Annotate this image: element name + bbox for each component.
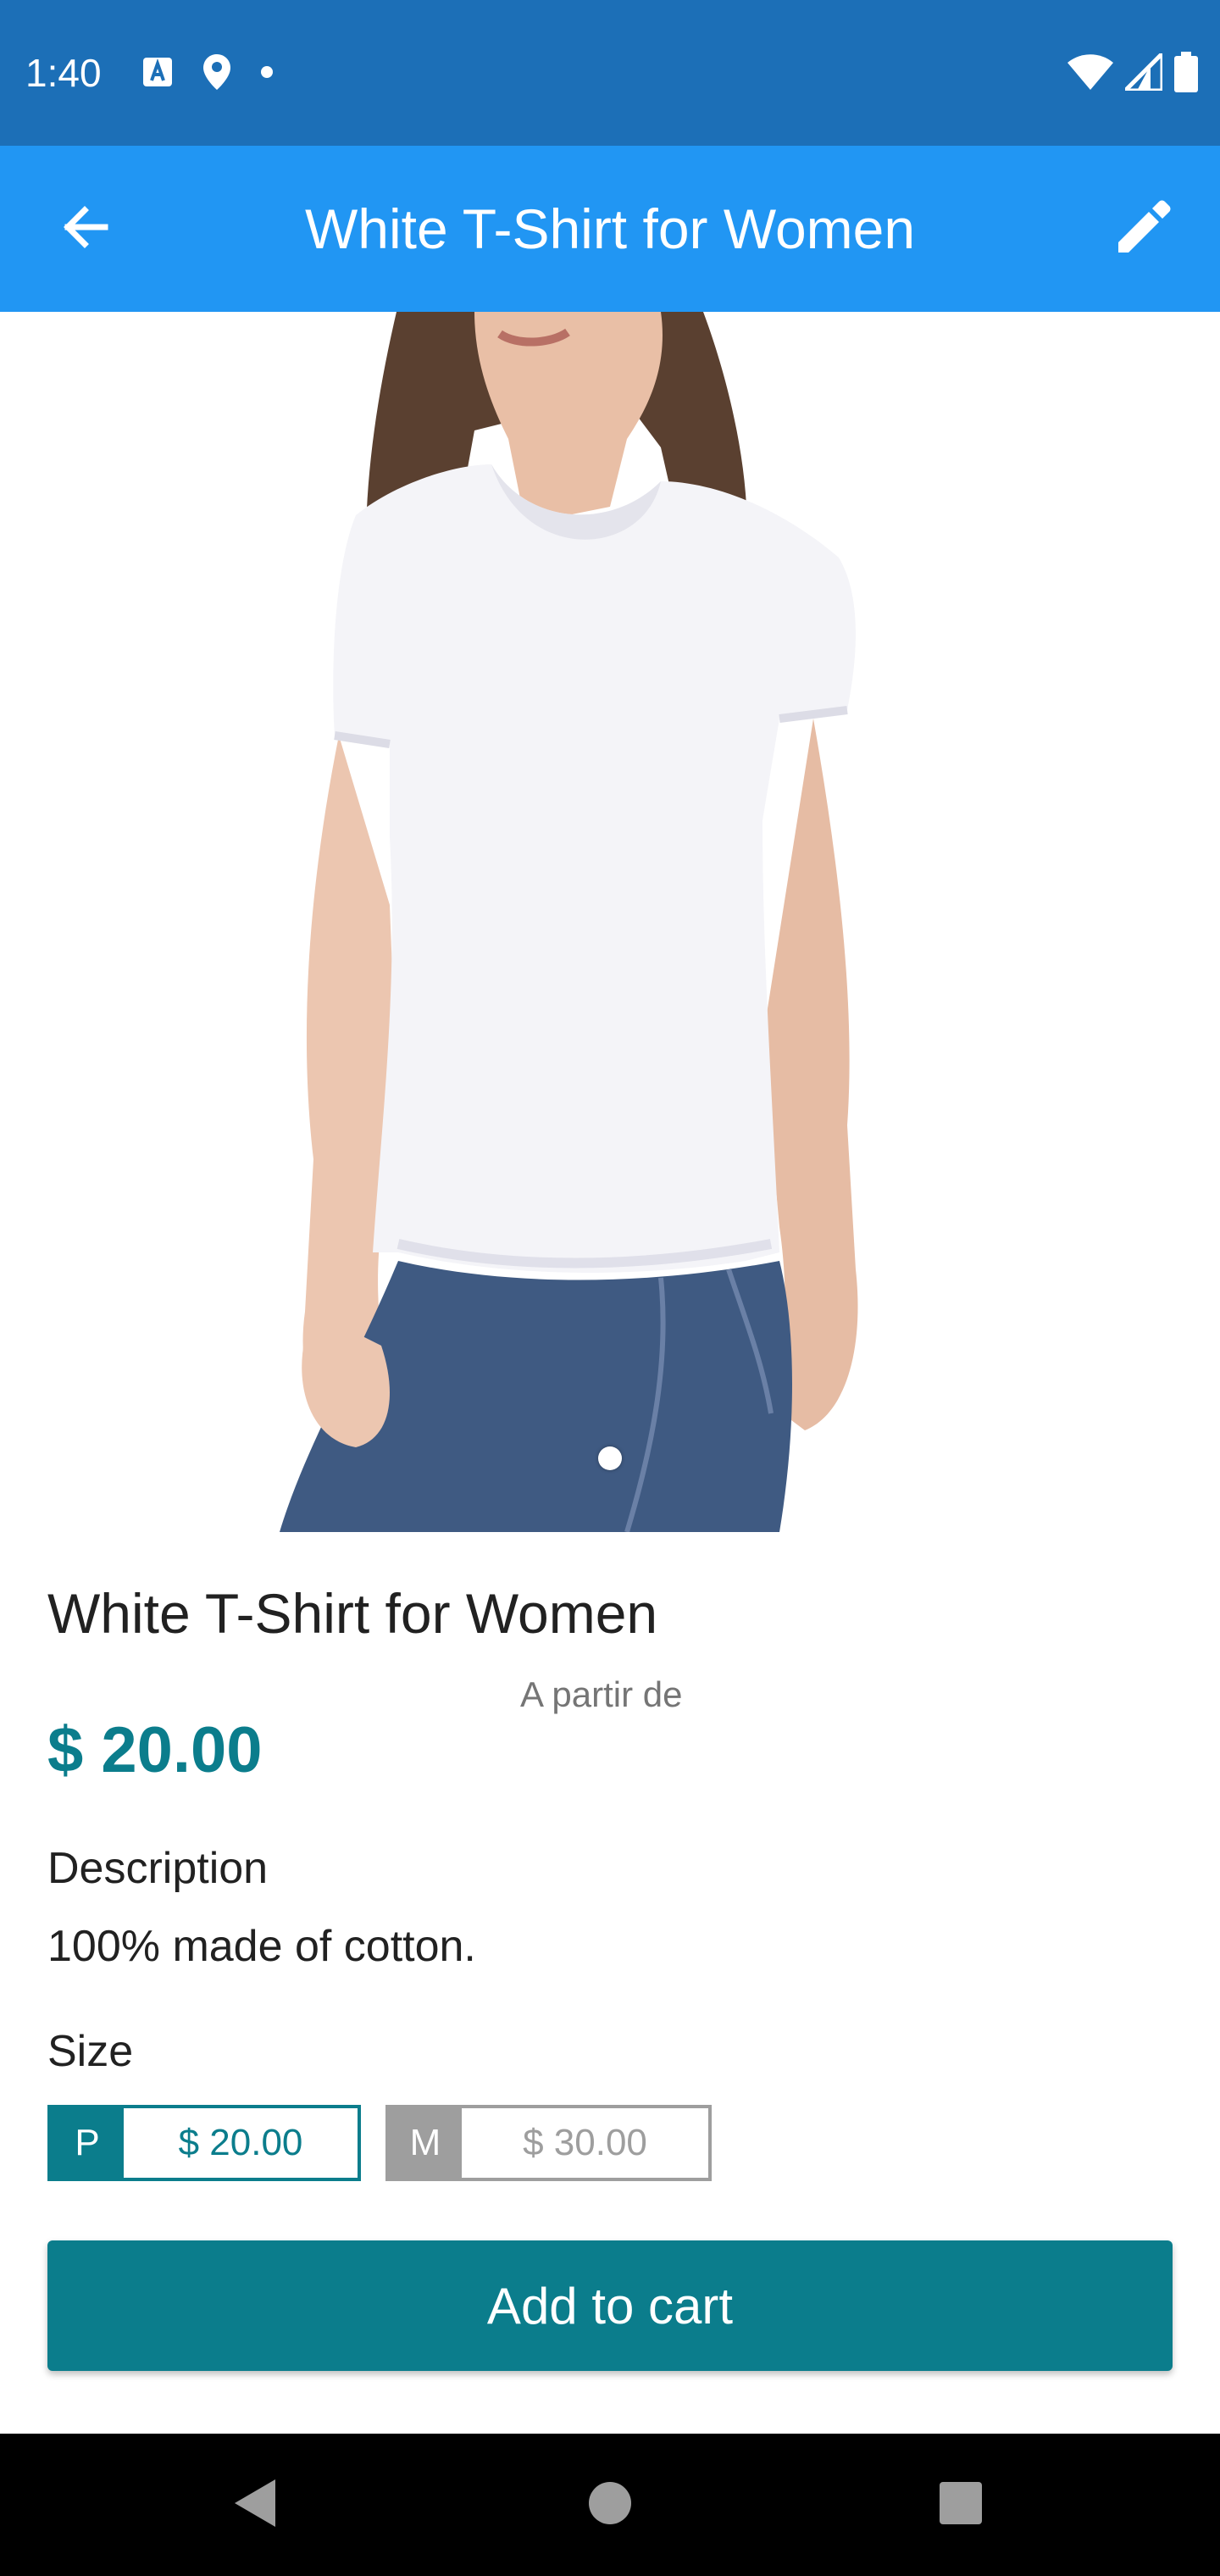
back-button[interactable] <box>42 186 127 271</box>
nav-recents-button[interactable] <box>918 2462 1003 2547</box>
carousel-indicator-dot[interactable] <box>598 1446 622 1470</box>
edit-button[interactable] <box>1101 186 1186 271</box>
back-triangle-icon <box>231 2478 277 2533</box>
home-circle-icon <box>587 2480 633 2530</box>
status-right-icons <box>1068 47 1198 97</box>
status-bar: 1:40 <box>0 0 1220 146</box>
product-image-carousel[interactable] <box>0 312 1220 1532</box>
signal-icon <box>1119 47 1165 95</box>
system-nav-bar <box>0 2434 1220 2576</box>
battery-icon <box>1174 51 1198 97</box>
location-icon <box>203 53 230 94</box>
size-option-m[interactable]: M $ 30.00 <box>385 2105 712 2181</box>
dot-icon <box>261 65 273 82</box>
a-notification-icon <box>142 57 173 92</box>
app-bar: White T-Shirt for Women <box>0 146 1220 312</box>
page-title: White T-Shirt for Women <box>304 197 916 260</box>
size-heading: Size <box>47 2027 134 2076</box>
product-photo <box>0 312 1220 1532</box>
status-left-icons <box>142 53 273 95</box>
size-price: $ 30.00 <box>523 2122 647 2163</box>
size-price: $ 20.00 <box>178 2122 303 2163</box>
description-text: 100% made of cotton. <box>47 1922 476 1971</box>
arrow-back-icon <box>59 202 110 257</box>
size-option-p[interactable]: P $ 20.00 <box>47 2105 361 2181</box>
description-heading: Description <box>47 1844 269 1893</box>
size-code: P <box>51 2108 124 2178</box>
product-price: $ 20.00 <box>47 1714 263 1786</box>
add-to-cart-button[interactable]: Add to cart <box>47 2240 1173 2371</box>
size-code: M <box>389 2108 462 2178</box>
recents-square-icon <box>938 2480 984 2530</box>
product-name: White T-Shirt for Women <box>47 1582 658 1645</box>
nav-home-button[interactable] <box>568 2462 652 2547</box>
price-from-label: A partir de <box>520 1674 683 1714</box>
pencil-icon <box>1115 198 1173 260</box>
wifi-icon <box>1068 53 1113 94</box>
nav-back-button[interactable] <box>212 2462 297 2547</box>
status-time: 1:40 <box>25 51 102 95</box>
